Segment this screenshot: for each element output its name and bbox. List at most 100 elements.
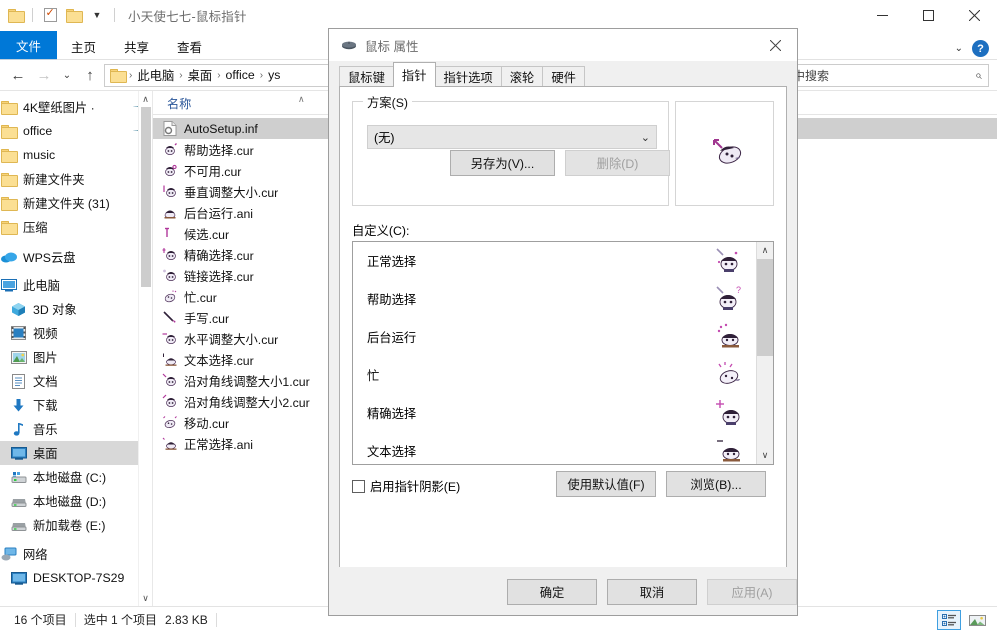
qat-divider-1 — [32, 8, 33, 22]
list-scroll-down-icon[interactable]: ∨ — [757, 447, 773, 464]
sidebar-item-documents[interactable]: 文档 — [0, 369, 152, 393]
sidebar-item-label: 图片 — [33, 351, 58, 365]
list-scroll-up-icon[interactable]: ∧ — [757, 242, 773, 259]
file-name: 文本选择.cur — [184, 353, 254, 368]
sidebar-item-local-disk-c[interactable]: 本地磁盘 (C:) — [0, 465, 152, 489]
sidebar-item-label: 新建文件夹 (31) — [23, 197, 110, 211]
enable-pointer-shadow-row[interactable]: 启用指针阴影(E) — [352, 477, 460, 495]
sidebar-item-desktop-7s29[interactable]: DESKTOP-7S29 — [0, 566, 152, 590]
search-box[interactable]: 中搜索 ⌕ — [789, 63, 989, 87]
enable-pointer-shadow-checkbox[interactable] — [352, 479, 365, 493]
tab-file[interactable]: 文件 — [0, 31, 58, 60]
customize-listbox[interactable]: 正常选择 帮助选择 ? 后台运行 忙 精确选择 文本选择 ∧ ∨ — [352, 241, 774, 465]
list-item[interactable]: 忙 — [353, 356, 756, 394]
details-view-button[interactable] — [937, 610, 961, 630]
navigation-scrollbar[interactable]: ∧ ∨ — [138, 91, 152, 606]
breadcrumb-item-3[interactable]: ys — [264, 68, 284, 82]
cancel-button[interactable]: 取消 — [607, 579, 697, 605]
tab-hardware[interactable]: 硬件 — [542, 66, 585, 87]
sidebar-item-desktop[interactable]: 桌面 — [0, 441, 152, 465]
sidebar-item-music[interactable]: 音乐 — [0, 417, 152, 441]
tab-buttons[interactable]: 鼠标键 — [339, 66, 394, 87]
breadcrumb-item-1[interactable]: 桌面 — [184, 66, 217, 84]
breadcrumb-item-0[interactable]: 此电脑 — [133, 66, 178, 84]
nav-scroll-thumb[interactable] — [141, 107, 151, 287]
cursor-file-icon — [161, 331, 179, 347]
background-busy-cursor-icon — [714, 322, 744, 352]
tab-share[interactable]: 共享 — [110, 32, 163, 60]
search-icon[interactable]: ⌕ — [975, 68, 982, 83]
ok-button[interactable]: 确定 — [507, 579, 597, 605]
sidebar-item-label: 文档 — [33, 375, 58, 389]
sidebar-item-videos[interactable]: 视频 — [0, 321, 152, 345]
use-default-button[interactable]: 使用默认值(F) — [556, 471, 656, 497]
list-item-label: 帮助选择 — [367, 293, 417, 307]
sidebar-item-music-folder[interactable]: music — [0, 143, 152, 167]
close-button[interactable] — [951, 0, 997, 30]
tab-home[interactable]: 主页 — [57, 32, 110, 60]
sidebar-item-pictures[interactable]: 图片 — [0, 345, 152, 369]
music-icon — [10, 421, 27, 437]
sidebar-item-downloads[interactable]: 下载 — [0, 393, 152, 417]
sidebar-item-label: DESKTOP-7S29 — [33, 571, 125, 585]
breadcrumb-item-2[interactable]: office — [222, 68, 259, 82]
list-item[interactable]: 正常选择 — [353, 242, 756, 280]
tab-pointer-options[interactable]: 指针选项 — [434, 66, 502, 87]
qat-customize-chevron-icon[interactable]: ▼ — [88, 6, 106, 24]
dialog-close-button[interactable] — [753, 29, 797, 61]
sidebar-item-new-folder-31[interactable]: 新建文件夹 (31) — [0, 191, 152, 215]
sidebar-item-local-disk-d[interactable]: 本地磁盘 (D:) — [0, 489, 152, 513]
maximize-button[interactable] — [905, 0, 951, 30]
help-icon[interactable]: ? — [972, 40, 989, 57]
new-folder-icon[interactable] — [64, 6, 83, 24]
list-item[interactable]: 精确选择 — [353, 394, 756, 432]
text-select-cursor-icon — [714, 436, 744, 464]
sidebar-item-new-folder[interactable]: 新建文件夹 — [0, 167, 152, 191]
scheme-dropdown[interactable]: (无) ⌄ — [367, 125, 657, 149]
chevron-down-icon[interactable]: ⌄ — [641, 131, 650, 144]
sidebar-item-4k-wallpaper[interactable]: 4K壁纸图片 · 📌 — [0, 95, 152, 119]
sidebar-item-office[interactable]: office 📌 — [0, 119, 152, 143]
folder-icon — [0, 99, 18, 115]
file-name: 正常选择.ani — [184, 437, 254, 452]
busy-cursor-icon — [714, 360, 744, 390]
list-item[interactable]: 后台运行 — [353, 318, 756, 356]
sidebar-item-label: 网络 — [23, 548, 48, 562]
delete-button: 删除(D) — [565, 150, 670, 176]
help-select-cursor-icon: ? — [714, 284, 744, 314]
sidebar-item-this-pc[interactable]: 此电脑 — [0, 273, 152, 297]
file-name: 帮助选择.cur — [184, 143, 254, 158]
list-scroll-thumb[interactable] — [757, 259, 773, 356]
up-button[interactable]: ↑ — [78, 64, 102, 86]
file-name: 移动.cur — [184, 416, 230, 431]
sidebar-item-new-volume-e[interactable]: 新加载卷 (E:) — [0, 513, 152, 537]
sidebar-item-network[interactable]: 网络 — [0, 542, 152, 566]
nav-scroll-down-icon[interactable]: ∨ — [139, 590, 152, 606]
browse-button[interactable]: 浏览(B)... — [666, 471, 766, 497]
sidebar-item-label: 新加载卷 (E:) — [33, 519, 106, 533]
save-as-button[interactable]: 另存为(V)... — [450, 150, 555, 176]
ribbon-expand-chevron-icon[interactable]: ⌄ — [955, 43, 963, 54]
list-item[interactable]: 帮助选择 ? — [353, 280, 756, 318]
minimize-button[interactable] — [859, 0, 905, 30]
large-icons-view-button[interactable] — [965, 610, 989, 630]
cursor-file-icon — [161, 142, 179, 158]
properties-icon[interactable] — [41, 6, 59, 24]
customize-scrollbar[interactable]: ∧ ∨ — [756, 242, 773, 464]
sidebar-item-label: 本地磁盘 (C:) — [33, 471, 107, 485]
tab-pointers[interactable]: 指针 — [392, 62, 436, 87]
nav-scroll-up-icon[interactable]: ∧ — [139, 91, 152, 107]
window-title: 小天使七七-鼠标指针 — [128, 9, 247, 24]
back-button[interactable]: ← — [6, 64, 30, 86]
tab-wheel[interactable]: 滚轮 — [500, 66, 544, 87]
tab-view[interactable]: 查看 — [163, 32, 216, 60]
sidebar-item-wps-cloud[interactable]: WPS云盘 — [0, 245, 152, 269]
navigation-pane: 4K壁纸图片 · 📌 office 📌 music 新建文件 — [0, 91, 152, 606]
recent-locations-chevron-icon[interactable]: ⌄ — [58, 64, 76, 86]
sidebar-item-compressed[interactable]: 压缩 — [0, 215, 152, 239]
navigation-list: 4K壁纸图片 · 📌 office 📌 music 新建文件 — [0, 91, 152, 590]
dialog-title: 鼠标 属性 — [365, 39, 419, 54]
file-name: 后台运行.ani — [184, 206, 254, 221]
list-item[interactable]: 文本选择 — [353, 432, 756, 464]
sidebar-item-3d-objects[interactable]: 3D 对象 — [0, 297, 152, 321]
